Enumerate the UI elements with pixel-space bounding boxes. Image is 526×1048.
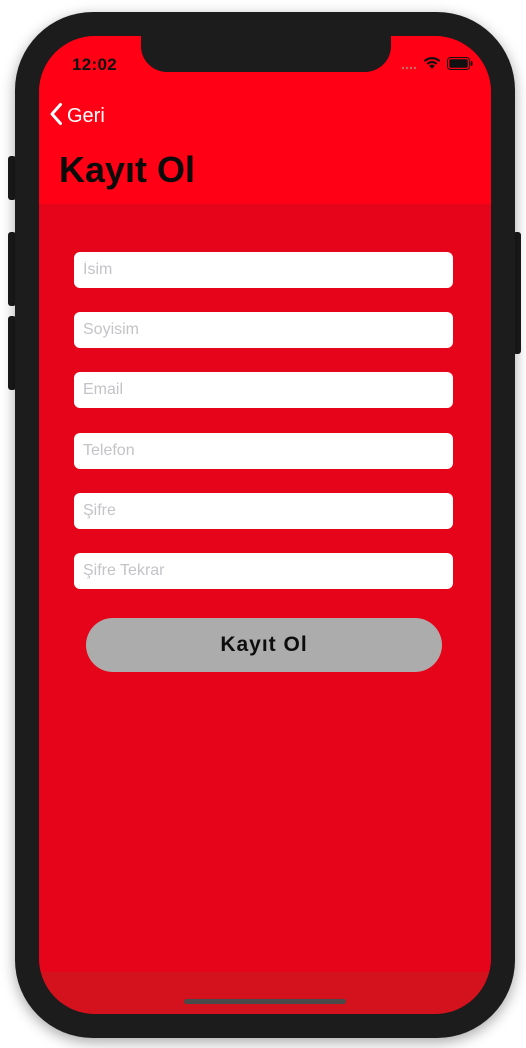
wifi-icon — [423, 56, 441, 75]
first-name-input[interactable] — [74, 252, 453, 288]
email-input[interactable] — [74, 372, 453, 408]
form-container: Kayıt Ol — [39, 204, 491, 972]
bottom-bar — [39, 972, 491, 1014]
page-title: Kayıt Ol — [59, 149, 196, 190]
home-indicator[interactable] — [184, 999, 346, 1004]
screen: 12:02 Geri Kayıt Ol İsim Soyisim Email T… — [39, 36, 491, 1014]
back-label: Geri — [67, 105, 105, 127]
status-time: 12:02 — [72, 55, 117, 74]
password-input[interactable] — [74, 493, 453, 529]
back-button[interactable]: Geri — [49, 102, 105, 131]
notch — [141, 36, 391, 72]
phone-input[interactable] — [74, 433, 453, 469]
cellular-icon — [401, 57, 417, 75]
last-name-input[interactable] — [74, 312, 453, 348]
register-button[interactable]: Kayıt Ol — [86, 618, 442, 672]
chevron-left-icon — [49, 102, 63, 131]
battery-icon — [447, 56, 473, 75]
password-confirm-input[interactable] — [74, 553, 453, 589]
stage: 12:02 Geri Kayıt Ol İsim Soyisim Email T… — [0, 0, 526, 1048]
status-icons — [401, 56, 473, 75]
